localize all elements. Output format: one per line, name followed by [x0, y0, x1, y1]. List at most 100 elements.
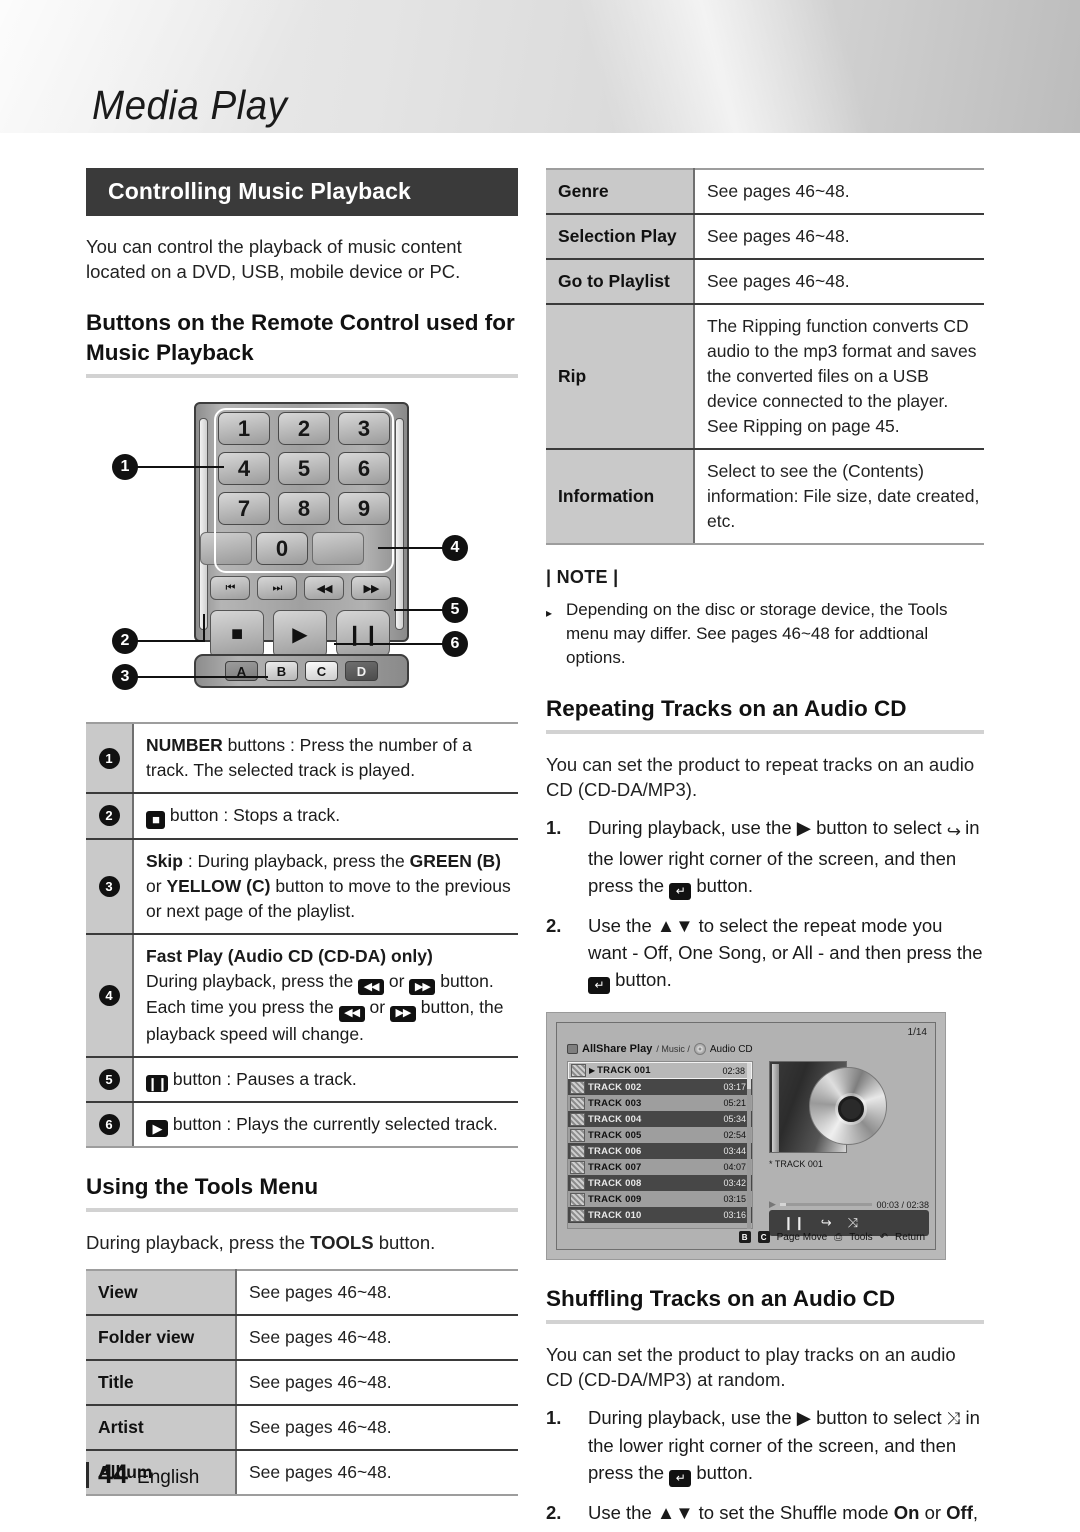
shuffle-heading: Shuffling Tracks on an Audio CD: [546, 1286, 896, 1311]
leader-line-1: [136, 466, 224, 468]
track-row[interactable]: TRACK 008 03:42: [568, 1175, 752, 1191]
track-row[interactable]: TRACK 010 03:16: [568, 1207, 752, 1223]
next-track-button[interactable]: ⏭: [257, 576, 297, 600]
number-key-5[interactable]: 5: [278, 452, 330, 485]
remote-edge-left: [199, 418, 208, 630]
repeat-intro: You can set the product to repeat tracks…: [546, 754, 975, 800]
legend-row: 1 NUMBER buttons : Press the number of a…: [86, 724, 518, 794]
table-row: Title See pages 46~48.: [86, 1359, 518, 1406]
track-row[interactable]: TRACK 004 05:34: [568, 1111, 752, 1127]
fast-forward-button[interactable]: ▶▶: [351, 576, 391, 600]
number-key-4[interactable]: 4: [218, 452, 270, 485]
track-list[interactable]: ▶ TRACK 001 02:38 TRACK 002 03:17 TRACK …: [567, 1061, 753, 1229]
subtitle-key[interactable]: [200, 532, 252, 565]
number-row-2: 4 5 6: [218, 452, 390, 485]
page-number: 44: [98, 1459, 129, 1489]
number-keypad: 1 2 3 4 5 6 7 8 9: [218, 412, 390, 532]
previous-track-button[interactable]: ⏮: [210, 576, 250, 600]
shuffle-control-icon[interactable]: ⤨: [848, 1215, 858, 1231]
tools-value: See pages 46~48.: [236, 1449, 518, 1496]
breadcrumb-app: AllShare Play: [582, 1043, 653, 1055]
track-row[interactable]: TRACK 007 04:07: [568, 1159, 752, 1175]
yellow-c-button[interactable]: C: [305, 661, 338, 681]
legend-marker: 5: [98, 1068, 120, 1090]
legend-row: 2 ■ button : Stops a track.: [86, 794, 518, 840]
tools-menu-intro: During playback, press the TOOLS button.: [86, 1231, 436, 1253]
track-row[interactable]: TRACK 006 03:44: [568, 1143, 752, 1159]
leader-line-5: [394, 609, 448, 611]
tools-value: The Ripping function converts CD audio t…: [694, 304, 984, 450]
tools-key-icon: ⎙: [834, 1231, 843, 1243]
number-key-8[interactable]: 8: [278, 492, 330, 525]
play-button[interactable]: ▶: [273, 610, 327, 658]
callout-marker-3: 3: [112, 664, 138, 690]
breadcrumb: AllShare Play / Music / Audio CD: [567, 1043, 753, 1055]
footer-rule: [86, 1461, 89, 1488]
note-text: Depending on the disc or storage device,…: [566, 600, 948, 667]
tools-value: Select to see the (Contents) information…: [694, 449, 984, 545]
seek-row: ▶ 00:03 / 02:38: [769, 1199, 929, 1210]
track-name: TRACK 007: [588, 1161, 642, 1173]
repeat-step: 1. During playback, use the ▶ button to …: [546, 814, 984, 900]
repeat-heading-rule: [546, 730, 984, 734]
track-row[interactable]: TRACK 009 03:15: [568, 1191, 752, 1207]
pause-button[interactable]: ❙❙: [336, 610, 390, 658]
track-name: TRACK 003: [588, 1097, 642, 1109]
legend-number-cell: 3: [86, 839, 134, 933]
table-row: Genre See pages 46~48.: [546, 168, 984, 215]
table-row: Information Select to see the (Contents)…: [546, 449, 984, 545]
number-key-2[interactable]: 2: [278, 412, 330, 445]
number-key-6[interactable]: 6: [338, 452, 390, 485]
music-file-icon: [570, 1080, 585, 1094]
allshare-icon: [567, 1044, 578, 1054]
leader-line-4: [378, 547, 448, 549]
step-text: Use the ▲▼ to set the Shuffle mode On or…: [588, 1502, 979, 1532]
track-list-scrollbar[interactable]: [747, 1063, 751, 1229]
number-key-7[interactable]: 7: [218, 492, 270, 525]
music-file-icon: [570, 1128, 585, 1142]
legend-text: ❙❙ button : Pauses a track.: [146, 1068, 357, 1092]
leader-line-6: [334, 643, 448, 645]
legend-number-cell: 1: [86, 724, 134, 792]
repeat-control-icon[interactable]: ↪: [821, 1215, 832, 1231]
number-key-1[interactable]: 1: [218, 412, 270, 445]
page-move-hint: Page Move: [776, 1231, 828, 1243]
track-row[interactable]: TRACK 002 03:17: [568, 1079, 752, 1095]
step-text: During playback, use the ▶ button to sel…: [588, 817, 980, 900]
pause-control-icon[interactable]: ❙❙: [783, 1215, 805, 1231]
return-key-icon: ↶: [879, 1231, 888, 1243]
legend-marker: 1: [98, 747, 120, 769]
stop-button[interactable]: ■: [210, 610, 264, 658]
tools-key: Information: [546, 449, 695, 545]
leader-line-2b: [203, 614, 205, 642]
callout-marker-1: 1: [112, 454, 138, 480]
number-key-3[interactable]: 3: [338, 412, 390, 445]
track-name: TRACK 009: [588, 1193, 642, 1205]
remote-heading: Buttons on the Remote Control used for M…: [86, 310, 515, 365]
legend-text: ▶ button : Plays the currently selected …: [134, 1103, 518, 1146]
track-name: TRACK 004: [588, 1113, 642, 1125]
blue-d-button[interactable]: D: [345, 661, 378, 681]
track-row[interactable]: TRACK 005 02:54: [568, 1127, 752, 1143]
green-b-button[interactable]: B: [265, 661, 298, 681]
audio-key[interactable]: [312, 532, 364, 565]
number-key-9[interactable]: 9: [338, 492, 390, 525]
music-file-icon: [570, 1096, 585, 1110]
section-title-bar: Controlling Music Playback: [86, 168, 518, 216]
track-row[interactable]: TRACK 003 05:21: [568, 1095, 752, 1111]
track-row[interactable]: ▶ TRACK 001 02:38: [568, 1062, 752, 1079]
leader-line-3: [136, 676, 268, 678]
tools-key: Genre: [546, 168, 695, 215]
note-title: | NOTE |: [546, 567, 619, 587]
transport-button-row: ⏮ ⏭ ◀◀ ▶▶: [210, 576, 391, 600]
red-a-button[interactable]: A: [225, 661, 258, 681]
manual-page: Media Play Controlling Music Playback Yo…: [0, 0, 1080, 1532]
remote-body: 1 2 3 4 5 6 7 8 9 0 ⏮ ⏭ ◀◀ ▶▶ ■ ▶ ❙❙: [194, 402, 409, 658]
number-key-0[interactable]: 0: [256, 532, 308, 565]
intro-paragraph: You can control the playback of music co…: [86, 236, 462, 282]
tools-key: Selection Play: [546, 214, 695, 260]
rewind-button[interactable]: ◀◀: [304, 576, 344, 600]
seek-bar[interactable]: [779, 1203, 873, 1206]
track-name: TRACK 008: [588, 1177, 642, 1189]
page-header-band: Media Play: [0, 0, 1080, 133]
